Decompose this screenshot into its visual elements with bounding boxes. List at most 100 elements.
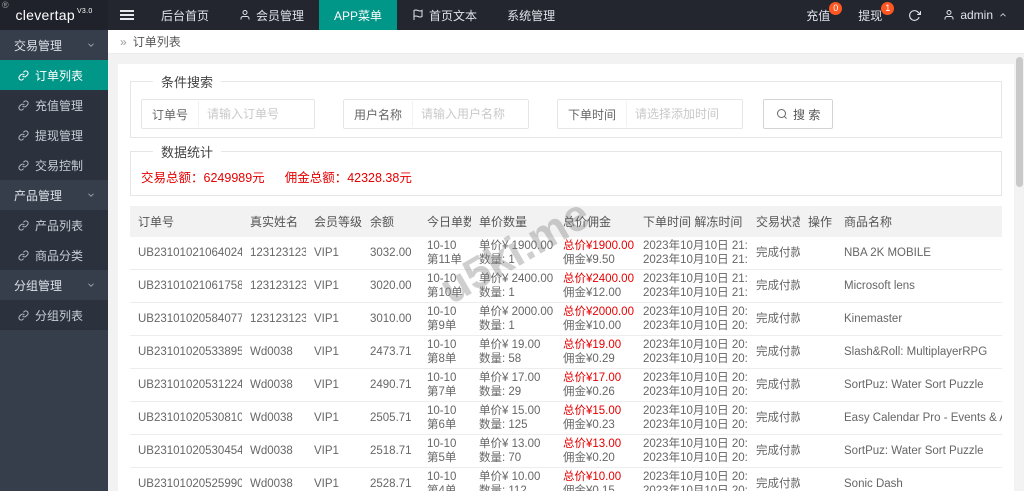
recharge-link[interactable]: 充值 0 bbox=[792, 0, 844, 30]
link-icon bbox=[18, 159, 29, 171]
vertical-scrollbar bbox=[1016, 55, 1023, 490]
cell-order-no: UB2310102053122485 bbox=[130, 368, 242, 402]
cell-member-level: VIP1 bbox=[306, 335, 362, 369]
withdraw-link[interactable]: 提现 1 bbox=[844, 0, 896, 30]
cell-today-orders: 10-10 第8单 bbox=[419, 335, 471, 369]
cell-product-name: Kinemaster bbox=[836, 302, 1002, 336]
cell-today-orders: 10-10 第11单 bbox=[419, 237, 471, 270]
flag-icon bbox=[412, 9, 424, 21]
registered-mark: ® bbox=[2, 0, 9, 10]
table-row: UB2310102058407746 123123123 VIP1 3010.0… bbox=[130, 302, 1002, 336]
sidebar: 交易管理 订单列表 充值管理提现管理交易控制 产品管理产品列表商品分类 分组管理 分组列表 bbox=[0, 30, 108, 491]
order-list-card: 条件搜索 订单号 用户名称 下单时间 搜 索 bbox=[118, 64, 1014, 491]
search-fieldset: 条件搜索 订单号 用户名称 下单时间 搜 索 bbox=[130, 72, 1002, 138]
search-button[interactable]: 搜 索 bbox=[763, 99, 834, 129]
order-time-input[interactable] bbox=[626, 101, 743, 127]
sidebar-item-商品分类[interactable]: 商品分类 bbox=[0, 240, 108, 270]
cell-order-no: UB2310102106175808 bbox=[130, 269, 242, 303]
table-header: 订单号 真实姓名 会员等级 余额 今日单数 单价数量 总价佣金 下单时间 解冻时… bbox=[130, 206, 1002, 237]
sidebar-item-label: 产品列表 bbox=[35, 218, 84, 233]
nav-item-home[interactable]: 后台首页 bbox=[146, 0, 224, 30]
nav-item-system[interactable]: 系统管理 bbox=[492, 0, 570, 30]
cell-operation bbox=[800, 368, 836, 402]
total-amount-stat: 交易总额：6249989元 bbox=[141, 171, 265, 185]
sidebar-item-label: 提现管理 bbox=[35, 128, 84, 143]
cell-member-level: VIP1 bbox=[306, 368, 362, 402]
cell-operation bbox=[800, 467, 836, 491]
cell-real-name: Wd0038 bbox=[242, 401, 306, 435]
order-no-label: 订单号 bbox=[152, 107, 189, 122]
cell-order-time: 2023年10月10日 20:58:402023年10月10日 20:59:42 bbox=[635, 302, 748, 336]
search-legend: 条件搜索 bbox=[161, 75, 214, 90]
table-row: UB2310102106175808 123123123 VIP1 3020.0… bbox=[130, 269, 1002, 303]
cell-total-commission: 总价¥15.00 佣金¥0.23 bbox=[555, 401, 635, 435]
nav-item-label: 系统管理 bbox=[507, 8, 556, 23]
cell-price-qty: 单价¥ 17.00 数量: 29 bbox=[471, 368, 555, 402]
order-no-field-group: 订单号 bbox=[141, 99, 316, 129]
cell-order-no: UB2310102106402433 bbox=[130, 237, 242, 270]
cell-status: 完成付款 bbox=[748, 368, 800, 402]
cell-total-commission: 总价¥17.00 佣金¥0.26 bbox=[555, 368, 635, 402]
cell-real-name: 123123123 bbox=[242, 302, 306, 336]
cell-real-name: Wd0038 bbox=[242, 368, 306, 402]
sidebar-item-订单列表[interactable]: 订单列表 bbox=[0, 60, 108, 90]
cell-order-time: 2023年10月10日 20:53:082023年10月10日 20:54:09 bbox=[635, 401, 748, 435]
sidebar-item-充值管理[interactable]: 充值管理 bbox=[0, 90, 108, 120]
withdraw-badge: 1 bbox=[881, 2, 895, 15]
cell-today-orders: 10-10 第9单 bbox=[419, 302, 471, 336]
cell-real-name: Wd0038 bbox=[242, 335, 306, 369]
nav-item-home-text[interactable]: 首页文本 bbox=[397, 0, 492, 30]
cell-member-level: VIP1 bbox=[306, 467, 362, 491]
col-balance: 余额 bbox=[362, 206, 419, 237]
admin-dropdown[interactable]: admin bbox=[933, 0, 1024, 30]
cell-status: 完成付款 bbox=[748, 269, 800, 303]
user-icon bbox=[943, 9, 955, 21]
cell-product-name: Sonic Dash bbox=[836, 467, 1002, 491]
logo-text: clevertap bbox=[15, 7, 75, 23]
cell-balance: 2528.71 bbox=[362, 467, 419, 491]
cell-total-commission: 总价¥10.00 佣金¥0.15 bbox=[555, 467, 635, 491]
username-input[interactable] bbox=[412, 101, 529, 127]
sidebar-item-交易控制[interactable]: 交易控制 bbox=[0, 150, 108, 180]
table-row: UB2310102053389540 Wd0038 VIP1 2473.71 1… bbox=[130, 335, 1002, 369]
link-icon bbox=[18, 69, 29, 81]
chevron-up-icon bbox=[998, 10, 1008, 20]
order-no-input[interactable] bbox=[198, 101, 315, 127]
sidebar-item-分组列表[interactable]: 分组列表 bbox=[0, 300, 108, 330]
cell-balance: 3020.00 bbox=[362, 269, 419, 303]
nav-item-members[interactable]: 会员管理 bbox=[224, 0, 319, 30]
nav-item-label: 会员管理 bbox=[256, 8, 305, 23]
content-area: 条件搜索 订单号 用户名称 下单时间 搜 索 bbox=[108, 54, 1024, 491]
sidebar-item-产品列表[interactable]: 产品列表 bbox=[0, 210, 108, 240]
hamburger-menu-icon[interactable] bbox=[108, 0, 146, 30]
cell-balance: 3010.00 bbox=[362, 302, 419, 336]
sidebar-item-提现管理[interactable]: 提现管理 bbox=[0, 120, 108, 150]
cell-total-commission: 总价¥13.00 佣金¥0.20 bbox=[555, 434, 635, 468]
cell-today-orders: 10-10 第6单 bbox=[419, 401, 471, 435]
col-status: 交易状态 bbox=[748, 206, 800, 237]
cell-product-name: SortPuz: Water Sort Puzzle bbox=[836, 368, 1002, 402]
table-row: UB2310102052599019 Wd0038 VIP1 2528.71 1… bbox=[130, 467, 1002, 491]
cell-operation bbox=[800, 434, 836, 468]
sidebar-group-交易管理[interactable]: 交易管理 bbox=[0, 30, 108, 60]
cell-order-time: 2023年10月10日 20:52:592023年10月10日 20:54:00 bbox=[635, 467, 748, 491]
sidebar-group-产品管理[interactable]: 产品管理 bbox=[0, 180, 108, 210]
search-icon bbox=[776, 108, 788, 120]
cell-order-no: UB2310102058407746 bbox=[130, 302, 242, 336]
scrollbar-thumb[interactable] bbox=[1016, 57, 1023, 187]
cell-order-time: 2023年10月10日 20:53:382023年10月10日 20:54:39 bbox=[635, 335, 748, 369]
cell-balance: 3032.00 bbox=[362, 237, 419, 270]
sidebar-group-分组管理[interactable]: 分组管理 bbox=[0, 270, 108, 300]
cell-order-time: 2023年10月10日 20:53:042023年10月10日 20:54:05 bbox=[635, 434, 748, 468]
cell-today-orders: 10-10 第7单 bbox=[419, 368, 471, 402]
orders-table: 订单号 真实姓名 会员等级 余额 今日单数 单价数量 总价佣金 下单时间 解冻时… bbox=[130, 206, 1002, 491]
username-field-group: 用户名称 bbox=[343, 99, 530, 129]
cell-operation bbox=[800, 237, 836, 270]
cell-order-no: UB2310102053081087 bbox=[130, 401, 242, 435]
stats-fieldset: 数据统计 交易总额：6249989元 佣金总额：42328.38元 bbox=[130, 142, 1002, 196]
cell-member-level: VIP1 bbox=[306, 237, 362, 270]
refresh-button[interactable] bbox=[896, 0, 933, 30]
stats-line: 交易总额：6249989元 佣金总额：42328.38元 bbox=[141, 167, 991, 186]
nav-item-app-menu[interactable]: APP菜单 bbox=[319, 0, 398, 30]
cell-order-no: UB2310102052599019 bbox=[130, 467, 242, 491]
